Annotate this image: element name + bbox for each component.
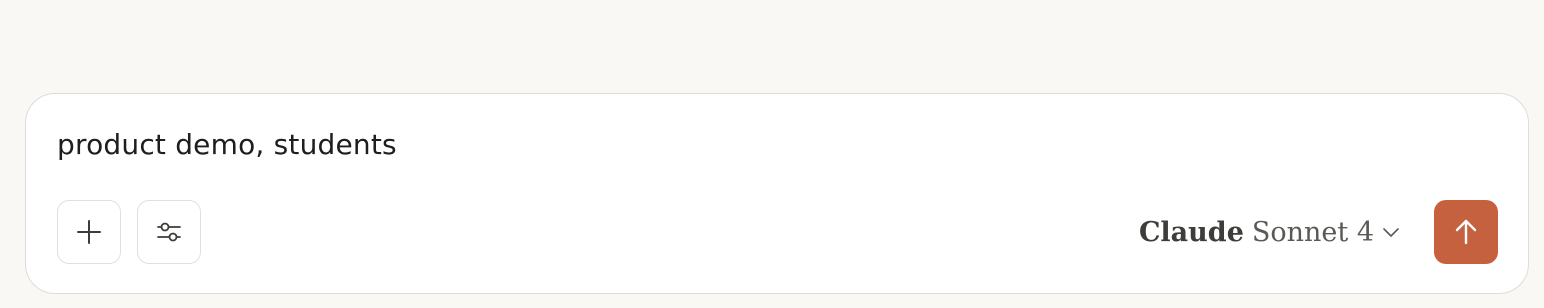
model-name-label: Sonnet 4 (1251, 216, 1374, 248)
add-attachment-button[interactable] (57, 200, 121, 264)
sliders-icon (157, 222, 181, 242)
send-button[interactable] (1434, 200, 1498, 264)
chevron-down-icon (1382, 226, 1400, 238)
chat-composer: product demo, students Claude Sonnet 4 (25, 93, 1529, 294)
plus-icon (77, 220, 101, 244)
model-selector[interactable]: Claude Sonnet 4 (1139, 214, 1400, 250)
tools-settings-button[interactable] (137, 200, 201, 264)
arrow-up-icon (1455, 219, 1477, 245)
model-brand-label: Claude (1138, 216, 1244, 248)
prompt-input[interactable]: product demo, students (57, 128, 397, 161)
